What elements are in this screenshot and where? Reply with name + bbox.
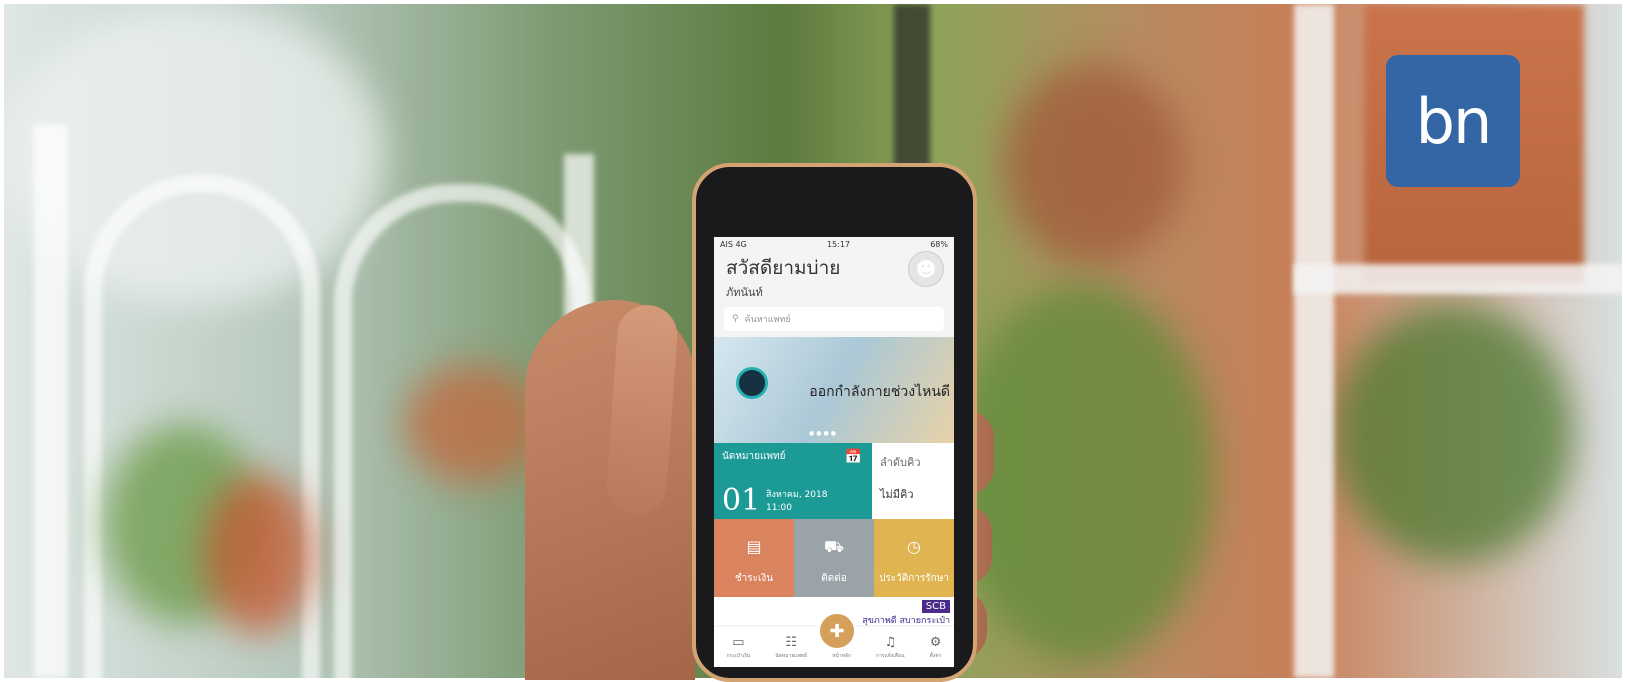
tile-label: ติดต่อ [821, 573, 847, 584]
clock-icon: ◷ [907, 537, 921, 556]
blurred-greenery [1334, 304, 1574, 564]
smartphone: AIS 4G 15:17 68% สวัสดียามบ่าย ภัทนันท์ … [692, 163, 977, 682]
battery-label: 68% [930, 239, 948, 249]
search-icon: ⚲ [732, 314, 739, 324]
ambulance-icon: ⛟ [823, 537, 845, 556]
hanging-basket [1004, 64, 1184, 264]
queue-status: ไม่มีคิว [880, 488, 914, 501]
carousel-dots: ●●●● [809, 430, 838, 437]
user-name: ภัทนันท์ [726, 286, 763, 299]
status-bar: AIS 4G 15:17 68% [714, 237, 954, 251]
tab-label: กระเป๋าเงิน [726, 652, 751, 659]
tab-label: การแจ้งเตือน [876, 652, 905, 659]
home-button[interactable]: ✚ [817, 611, 857, 651]
avatar[interactable]: ☻ [908, 251, 944, 287]
banner-caption: ออกกำลังกายช่วงไหนดี [809, 384, 950, 400]
tab-notifications[interactable]: ♫ การแจ้งเตือน [876, 635, 905, 660]
tab-label: ตั้งค่า [929, 652, 942, 659]
carrier-label: AIS 4G [720, 239, 747, 249]
tab-label: นัดหมายแพทย์ [775, 652, 808, 659]
user-icon: ☻ [915, 257, 937, 281]
appointment-time: 11:00 [766, 503, 792, 513]
tile-label: ประวัติการรักษา [879, 573, 949, 584]
calendar-icon: 📅 [844, 449, 862, 465]
card-icon: ▤ [746, 537, 762, 556]
promo-banner[interactable]: ออกกำลังกายช่วงไหนดี ●●●● [714, 337, 954, 443]
tab-settings[interactable]: ⚙ ตั้งค่า [930, 635, 942, 660]
tile-label: ชำระเงิน [734, 573, 774, 584]
bn-logo: bn [1386, 55, 1520, 187]
appointment-day: 01 [722, 483, 761, 518]
document-icon: ☷ [785, 634, 797, 650]
contact-tile[interactable]: ⛟ ติดต่อ [794, 519, 874, 597]
smartwatch-image [736, 367, 768, 399]
plus-icon: ✚ [829, 620, 845, 642]
tab-wallet[interactable]: ▭ กระเป๋าเงิน [727, 635, 751, 660]
search-input[interactable]: ⚲ ค้นหาแพทย์ [724, 307, 944, 331]
queue-title: ลำดับคิว [880, 456, 921, 469]
gear-icon: ⚙ [929, 634, 942, 650]
search-placeholder: ค้นหาแพทย์ [744, 315, 791, 325]
bell-icon: ♫ [884, 634, 897, 650]
appointment-date: สิงหาคม, 2018 [766, 490, 828, 500]
history-tile[interactable]: ◷ ประวัติการรักษา [874, 519, 954, 597]
queue-card[interactable]: ลำดับคิว ไม่มีคิว [872, 443, 954, 519]
appointment-card[interactable]: นัดหมายแพทย์ 📅 01 สิงหาคม, 2018 11:00 [714, 443, 872, 519]
ad-text: สุขภาพดี สบายกระเป๋า [862, 616, 950, 626]
scb-logo: SCB [921, 600, 950, 613]
tab-appointments[interactable]: ☷ นัดหมายแพทย์ [775, 635, 807, 660]
wallet-icon: ▭ [732, 634, 745, 650]
blurred-flowers [404, 364, 544, 484]
tab-label: หน้าหลัก [832, 652, 851, 659]
phone-screen: AIS 4G 15:17 68% สวัสดียามบ่าย ภัทนันท์ … [714, 237, 954, 667]
window-frame [1294, 4, 1334, 678]
gazebo-post [34, 124, 68, 678]
clock-label: 15:17 [826, 239, 851, 249]
logo-text: bn [1415, 84, 1493, 158]
blurred-flowers [204, 474, 314, 634]
payment-tile[interactable]: ▤ ชำระเงิน [714, 519, 794, 597]
window-frame [1294, 264, 1622, 294]
